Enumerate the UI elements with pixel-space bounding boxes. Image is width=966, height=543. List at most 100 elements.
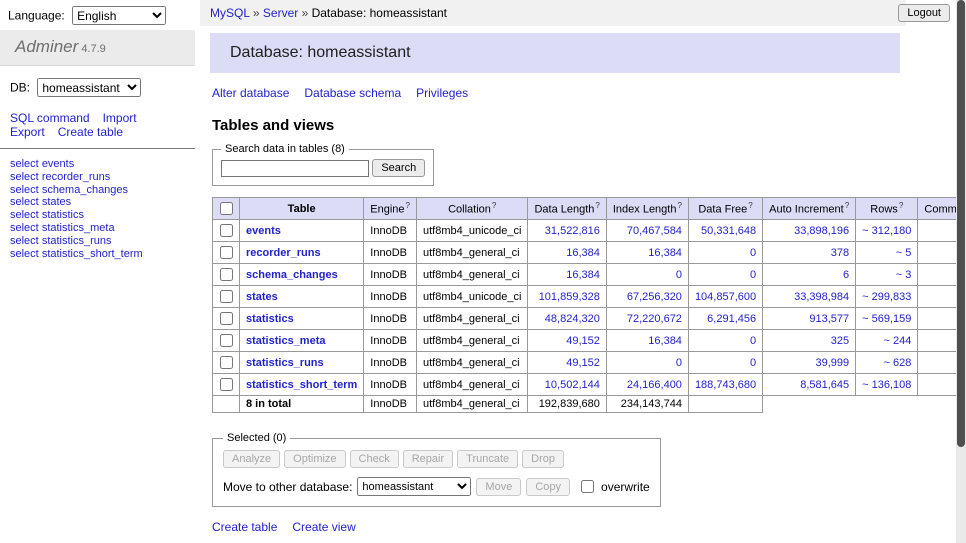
logout-button[interactable]: Logout [898, 4, 950, 22]
check-button[interactable]: Check [350, 450, 399, 468]
index-length-cell-value[interactable]: 16,384 [648, 247, 682, 259]
row-checkbox-states[interactable] [220, 290, 233, 303]
data-free-cell-value[interactable]: 104,857,600 [695, 291, 756, 303]
move-button[interactable]: Move [476, 478, 521, 496]
index-length-cell-value[interactable]: 67,256,320 [627, 291, 682, 303]
data-length-cell-value[interactable]: 10,502,144 [545, 379, 600, 391]
table-name-link-statistics-meta[interactable]: statistics_meta [246, 335, 326, 347]
data-length-cell-value[interactable]: 31,522,816 [545, 225, 600, 237]
table-name-link-schema-changes[interactable]: schema_changes [246, 269, 338, 281]
db-select[interactable]: homeassistant [37, 78, 141, 97]
rows-cell-value[interactable]: ~ 5 [896, 247, 912, 259]
rows-cell-value[interactable]: ~ 299,833 [862, 291, 911, 303]
index-length-cell-value[interactable]: 16,384 [648, 335, 682, 347]
index-length-cell-value[interactable]: 24,166,400 [627, 379, 682, 391]
rows-cell-value[interactable]: ~ 312,180 [862, 225, 911, 237]
table-link-statistics-meta[interactable]: statistics_meta [42, 222, 115, 234]
breadcrumb-item-mysql[interactable]: MySQL [210, 6, 250, 20]
move-db-select[interactable]: homeassistant [357, 477, 471, 496]
drop-button[interactable]: Drop [522, 450, 564, 468]
auto-increment-cell-value[interactable]: 378 [831, 247, 849, 259]
table-link-statistics[interactable]: statistics [42, 209, 84, 221]
table-name-link-states[interactable]: states [246, 291, 278, 303]
auto-increment-cell-value[interactable]: 325 [831, 335, 849, 347]
select-link-states[interactable]: select [10, 196, 39, 208]
row-checkbox-schema-changes[interactable] [220, 268, 233, 281]
table-link-recorder-runs[interactable]: recorder_runs [42, 171, 110, 183]
data-free-cell-value[interactable]: 0 [750, 247, 756, 259]
select-link-schema-changes[interactable]: select [10, 184, 39, 196]
table-name-link-statistics[interactable]: statistics [246, 313, 294, 325]
row-checkbox-events[interactable] [220, 224, 233, 237]
data-length-cell-value[interactable]: 16,384 [566, 247, 600, 259]
index-length-cell-value[interactable]: 70,467,584 [627, 225, 682, 237]
sidebar-action-sql-command[interactable]: SQL command [10, 111, 90, 125]
data-free-cell-value[interactable]: 50,331,648 [701, 225, 756, 237]
sidebar-action-export[interactable]: Export [10, 125, 45, 139]
table-link-statistics-short-term[interactable]: statistics_short_term [42, 248, 143, 260]
language-select[interactable]: English [72, 6, 166, 25]
select-link-statistics-runs[interactable]: select [10, 235, 39, 247]
index-length-cell-value[interactable]: 0 [676, 357, 682, 369]
sidebar-action-create-table[interactable]: Create table [58, 125, 123, 139]
overwrite-label[interactable]: overwrite [601, 480, 650, 494]
table-link-events[interactable]: events [42, 158, 74, 170]
select-link-statistics-short-term[interactable]: select [10, 248, 39, 260]
table-link-states[interactable]: states [42, 196, 71, 208]
create-view-link[interactable]: Create view [292, 520, 355, 534]
search-button[interactable]: Search [372, 159, 425, 177]
app-title[interactable]: Adminer [15, 37, 78, 56]
auto-increment-cell-value[interactable]: 33,898,196 [794, 225, 849, 237]
table-link-statistics-runs[interactable]: statistics_runs [42, 235, 112, 247]
row-checkbox-recorder-runs[interactable] [220, 246, 233, 259]
scrollbar[interactable] [956, 0, 966, 543]
rows-cell-value[interactable]: ~ 244 [884, 335, 912, 347]
select-link-events[interactable]: select [10, 158, 39, 170]
row-checkbox-statistics-runs[interactable] [220, 356, 233, 369]
create-table-link[interactable]: Create table [212, 520, 277, 534]
data-length-cell-value[interactable]: 101,859,328 [539, 291, 600, 303]
data-free-cell-value[interactable]: 0 [750, 335, 756, 347]
table-link-schema-changes[interactable]: schema_changes [42, 184, 128, 196]
doc-hint-icon[interactable]: ? [899, 201, 903, 210]
rows-cell-value[interactable]: ~ 628 [884, 357, 912, 369]
row-checkbox-statistics-short-term[interactable] [220, 378, 233, 391]
auto-increment-cell-value[interactable]: 6 [843, 269, 849, 281]
index-length-cell-value[interactable]: 0 [676, 269, 682, 281]
row-checkbox-statistics[interactable] [220, 312, 233, 325]
data-free-cell-value[interactable]: 0 [750, 269, 756, 281]
row-checkbox-statistics-meta[interactable] [220, 334, 233, 347]
sidebar-action-import[interactable]: Import [103, 111, 137, 125]
copy-button[interactable]: Copy [526, 478, 570, 496]
auto-increment-cell-value[interactable]: 33,398,984 [794, 291, 849, 303]
rows-cell-value[interactable]: ~ 569,159 [862, 313, 911, 325]
data-free-cell-value[interactable]: 0 [750, 357, 756, 369]
select-link-statistics[interactable]: select [10, 209, 39, 221]
search-input[interactable] [221, 160, 369, 177]
data-free-cell-value[interactable]: 188,743,680 [695, 379, 756, 391]
data-length-cell-value[interactable]: 16,384 [566, 269, 600, 281]
privileges-link[interactable]: Privileges [416, 86, 468, 100]
data-free-cell-value[interactable]: 6,291,456 [707, 313, 756, 325]
doc-hint-icon[interactable]: ? [677, 201, 681, 210]
doc-hint-icon[interactable]: ? [406, 201, 410, 210]
analyze-button[interactable]: Analyze [223, 450, 280, 468]
alter-database-link[interactable]: Alter database [212, 86, 289, 100]
rows-cell-value[interactable]: ~ 136,108 [862, 379, 911, 391]
select-link-statistics-meta[interactable]: select [10, 222, 39, 234]
app-version[interactable]: 4.7.9 [81, 43, 105, 55]
breadcrumb-item-server[interactable]: Server [263, 6, 298, 20]
auto-increment-cell-value[interactable]: 39,999 [816, 357, 850, 369]
repair-button[interactable]: Repair [403, 450, 453, 468]
scrollbar-thumb[interactable] [957, 0, 965, 447]
doc-hint-icon[interactable]: ? [748, 201, 752, 210]
data-length-cell-value[interactable]: 48,824,320 [545, 313, 600, 325]
data-length-cell-value[interactable]: 49,152 [566, 357, 600, 369]
doc-hint-icon[interactable]: ? [595, 201, 599, 210]
doc-hint-icon[interactable]: ? [845, 201, 849, 210]
table-name-link-statistics-short-term[interactable]: statistics_short_term [246, 379, 357, 391]
doc-hint-icon[interactable]: ? [492, 201, 496, 210]
overwrite-checkbox[interactable] [581, 480, 594, 493]
table-name-link-statistics-runs[interactable]: statistics_runs [246, 357, 324, 369]
database-schema-link[interactable]: Database schema [304, 86, 401, 100]
